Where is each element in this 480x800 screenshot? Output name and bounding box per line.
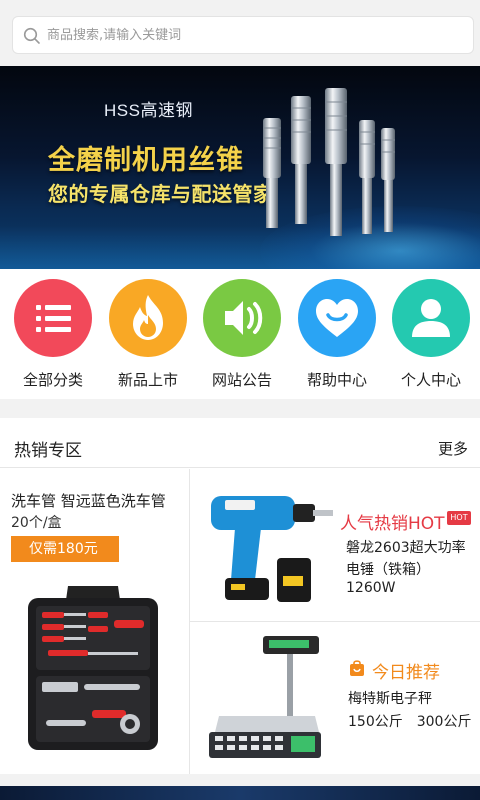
product-spec: 20个/盒 bbox=[11, 515, 62, 531]
category-nav: 全部分类 新品上市 网站公告 帮助中心 个人中心 bbox=[0, 269, 480, 399]
fire-icon bbox=[109, 279, 187, 357]
tap-tools-image bbox=[263, 88, 395, 236]
nav-label: 帮助中心 bbox=[306, 371, 367, 389]
product-name-cont: 电锤（铁箱） bbox=[346, 562, 430, 578]
nav-label: 新品上市 bbox=[117, 371, 178, 389]
search-input[interactable] bbox=[47, 17, 447, 53]
hot-badge: HOT bbox=[447, 511, 471, 525]
nav-item-help-center[interactable]: 帮助中心 bbox=[289, 279, 385, 391]
drill-image bbox=[211, 496, 333, 602]
next-banner-strip bbox=[0, 786, 480, 800]
search-bar bbox=[0, 0, 480, 66]
nav-label: 个人中心 bbox=[400, 371, 461, 389]
list-icon bbox=[14, 279, 92, 357]
nav-label: 网站公告 bbox=[211, 371, 272, 389]
nav-item-all-categories[interactable]: 全部分类 bbox=[5, 279, 101, 391]
promo-tag: 人气热销HOT bbox=[340, 514, 445, 534]
nav-item-profile[interactable]: 个人中心 bbox=[383, 279, 479, 391]
product-name: 洗车管 智远蓝色洗车管 bbox=[11, 492, 166, 510]
section-header: 热销专区 更多 bbox=[0, 418, 480, 468]
banner-subtitle: HSS高速钢 bbox=[104, 101, 193, 120]
heart-icon bbox=[298, 279, 376, 357]
price-tag: 仅需180元 bbox=[11, 536, 119, 562]
product-spec: 150公斤 300公斤 bbox=[348, 714, 472, 730]
product-spec: 1260W bbox=[346, 580, 396, 596]
promo-banner[interactable]: HSS高速钢 全磨制机用丝锥 您的专属仓库与配送管家 bbox=[0, 66, 480, 269]
banner-slogan: 您的专属仓库与配送管家 bbox=[48, 182, 274, 206]
banner-title: 全磨制机用丝锥 bbox=[48, 145, 244, 176]
promo-tag: 今日推荐 bbox=[372, 663, 440, 683]
shopping-bag-icon bbox=[350, 660, 364, 676]
product-name: 磐龙2603超大功率 bbox=[346, 540, 466, 556]
nav-item-new-arrivals[interactable]: 新品上市 bbox=[100, 279, 196, 391]
more-link[interactable]: 更多 bbox=[438, 438, 468, 459]
person-icon bbox=[392, 279, 470, 357]
scale-image bbox=[209, 636, 321, 758]
hot-sales-section: 热销专区 更多 洗车管 智远蓝色洗车管 20个/盒 仅需180元 人气热销HOT… bbox=[0, 418, 480, 774]
search-icon bbox=[23, 27, 40, 44]
speaker-icon bbox=[203, 279, 281, 357]
section-title: 热销专区 bbox=[14, 441, 82, 461]
nav-label: 全部分类 bbox=[22, 371, 83, 389]
divider bbox=[190, 621, 480, 622]
banner-floor bbox=[0, 226, 480, 269]
product-name: 梅特斯电子秤 bbox=[348, 691, 432, 707]
nav-item-announcements[interactable]: 网站公告 bbox=[194, 279, 290, 391]
search-box[interactable] bbox=[12, 16, 474, 54]
toolkit-image bbox=[28, 586, 158, 750]
